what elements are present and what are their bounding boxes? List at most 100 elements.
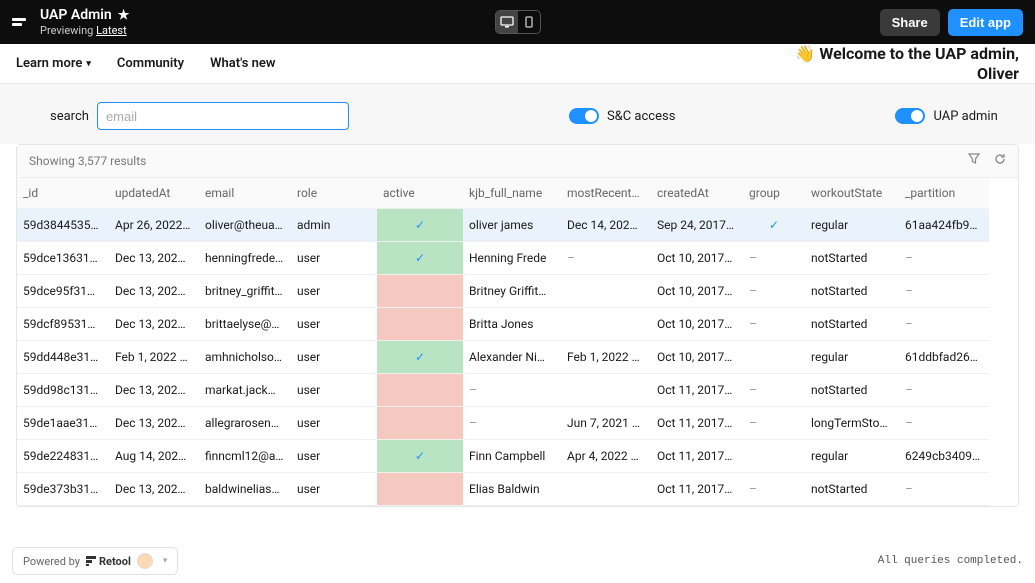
navbar: Learn more ▾ Community What's new 👋 Welc… (0, 44, 1035, 84)
table-cell: Oct 10, 2017… (651, 341, 743, 374)
column-header[interactable]: active (377, 178, 463, 209)
table-cell: markat.jack@… (199, 374, 291, 407)
column-header[interactable]: role (291, 178, 377, 209)
table-cell: Oct 10, 2017… (651, 308, 743, 341)
toggle-uap-admin-label: UAP admin (933, 109, 997, 124)
nav-community[interactable]: Community (117, 56, 184, 71)
title-block: UAP Admin ★ Previewing Latest (40, 7, 129, 37)
previewing-version-link[interactable]: Latest (96, 24, 127, 37)
table-cell (743, 341, 805, 374)
table-cell: – (743, 407, 805, 440)
table-cell: ✓ (377, 341, 463, 374)
column-header[interactable]: updatedAt (109, 178, 199, 209)
table-cell: – (743, 275, 805, 308)
table-cell: – (899, 308, 989, 341)
table-cell: Elias Baldwin (463, 473, 561, 506)
table-cell: user (291, 242, 377, 275)
device-toggle (495, 10, 541, 34)
search-input[interactable] (97, 102, 349, 130)
table-cell (377, 275, 463, 308)
table-cell (377, 308, 463, 341)
footer: Powered by Retool ▾ All queries complete… (0, 539, 1035, 583)
table-cell: notStarted (805, 308, 899, 341)
table-cell: oliver james (463, 209, 561, 242)
powered-by-badge[interactable]: Powered by Retool ▾ (12, 547, 178, 575)
edit-app-button[interactable]: Edit app (948, 9, 1023, 36)
column-header[interactable]: _partition (899, 178, 989, 209)
table-cell (561, 308, 651, 341)
chevron-down-icon: ▾ (163, 556, 168, 566)
table-cell (377, 473, 463, 506)
topbar: UAP Admin ★ Previewing Latest Share Edit… (0, 0, 1035, 44)
table-cell: user (291, 341, 377, 374)
nav-whats-new[interactable]: What's new (210, 56, 275, 71)
table-header-bar: Showing 3,577 results (17, 145, 1018, 178)
column-header[interactable]: createdAt (651, 178, 743, 209)
queries-status: All queries completed. (878, 555, 1023, 567)
column-header[interactable]: workoutState (805, 178, 899, 209)
table-cell: amhnicholson… (199, 341, 291, 374)
table-cell: user (291, 374, 377, 407)
table-cell (743, 440, 805, 473)
toggle-sc-access: S&C access (569, 108, 676, 124)
mobile-icon[interactable] (518, 11, 540, 33)
table-cell: 59dcf89531… (17, 308, 109, 341)
nav-links: Learn more ▾ Community What's new (16, 56, 275, 71)
table-cell: 59de373b31… (17, 473, 109, 506)
retool-brand-text: Retool (99, 555, 131, 568)
desktop-icon[interactable] (496, 11, 518, 33)
nav-learn-more-label: Learn more (16, 56, 82, 71)
table-tools (968, 153, 1006, 169)
table-cell: – (743, 308, 805, 341)
table-cell: – (463, 407, 561, 440)
share-button[interactable]: Share (880, 9, 940, 36)
table-cell: notStarted (805, 374, 899, 407)
table-cell: Dec 13, 202… (109, 407, 199, 440)
table-cell: Dec 13, 202… (109, 242, 199, 275)
table-cell: notStarted (805, 473, 899, 506)
table-cell: Jun 7, 2021 … (561, 407, 651, 440)
results-table: Showing 3,577 results _idupdatedAtemailr… (16, 144, 1019, 507)
table-cell: ✓ (377, 209, 463, 242)
table-cell: notStarted (805, 242, 899, 275)
column-header[interactable]: kjb_full_name (463, 178, 561, 209)
previewing-label: Previewing (40, 24, 93, 37)
table-cell: britney_griffit… (199, 275, 291, 308)
table-cell: brittaelyse@g… (199, 308, 291, 341)
filter-icon[interactable] (968, 153, 980, 169)
table-cell (561, 374, 651, 407)
refresh-icon[interactable] (994, 153, 1006, 169)
nav-learn-more[interactable]: Learn more ▾ (16, 56, 91, 71)
column-header[interactable]: mostRecentW… (561, 178, 651, 209)
results-count: Showing 3,577 results (29, 154, 146, 168)
column-header[interactable]: email (199, 178, 291, 209)
table-cell: Feb 1, 2022 … (561, 341, 651, 374)
column-header[interactable]: _id (17, 178, 109, 209)
table-cell (377, 374, 463, 407)
table-cell: notStarted (805, 275, 899, 308)
table-cell: – (743, 374, 805, 407)
table-cell: regular (805, 440, 899, 473)
table-cell: Apr 4, 2022 … (561, 440, 651, 473)
table-cell: henningfrede… (199, 242, 291, 275)
table-cell: regular (805, 209, 899, 242)
toggle-sc-access-switch[interactable] (569, 108, 599, 124)
table-cell: Feb 1, 2022 … (109, 341, 199, 374)
table-cell: Dec 13, 202… (109, 374, 199, 407)
table-cell: – (743, 242, 805, 275)
search-label: search (50, 109, 89, 124)
table-cell: Aug 14, 202… (109, 440, 199, 473)
table-cell: Oct 11, 2017… (651, 440, 743, 473)
search-group: search (50, 102, 349, 130)
table-cell: baldwinelias7… (199, 473, 291, 506)
table-cell: Finn Campbell (463, 440, 561, 473)
table-cell: 59dce13631… (17, 242, 109, 275)
table-cell: ✓ (743, 209, 805, 242)
app-title: UAP Admin (40, 7, 112, 24)
star-icon[interactable]: ★ (118, 8, 130, 24)
toggle-uap-admin-switch[interactable] (895, 108, 925, 124)
table-cell: Oct 10, 2017… (651, 242, 743, 275)
table-cell (561, 275, 651, 308)
column-header[interactable]: group (743, 178, 805, 209)
filter-bar: search S&C access UAP admin (0, 84, 1035, 144)
